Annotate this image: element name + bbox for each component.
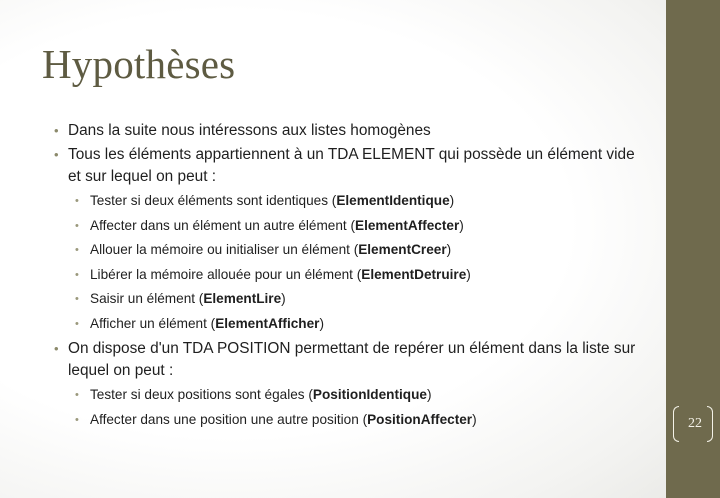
bullet-item: • On dispose d'un TDA POSITION permettan… (50, 338, 650, 432)
bullet-icon: • (54, 147, 59, 162)
function-name: PositionIdentique (312, 387, 427, 402)
sub-bullet-text: Libérer la mémoire allouée pour un éléme… (90, 266, 362, 282)
sub-bullet-item: • Tester si deux éléments sont identiques… (70, 189, 650, 214)
function-name: ElementAffecter (355, 217, 460, 233)
sub-bullet-text: Affecter dans une position une autre pos… (90, 411, 368, 427)
sub-bullet-text: Tester si deux positions sont égales ( (90, 387, 313, 402)
bullet-icon: • (75, 389, 79, 401)
sub-bullet-item: • Allouer la mémoire ou initialiser un él… (70, 238, 650, 263)
sub-bullet-text: ) (319, 315, 324, 331)
function-name: ElementIdentique (336, 193, 450, 208)
sub-bullet-text: ) (281, 291, 286, 306)
sub-bullet-list: • Tester si deux éléments sont identiques… (68, 189, 650, 336)
sub-bullet-text: Affecter dans un élément un autre élémen… (90, 217, 355, 233)
sub-bullet-item: • Affecter dans un élément un autre éléme… (70, 214, 650, 239)
sub-bullet-text: ) (472, 411, 477, 427)
bullet-text: Dans la suite nous intéressons aux liste… (68, 122, 431, 139)
sub-bullet-text: Tester si deux éléments sont identiques … (90, 193, 337, 208)
bullet-icon: • (75, 268, 79, 281)
bullet-item: • Tous les éléments appartiennent à un T… (50, 144, 650, 336)
sub-bullet-item: • Saisir un élément (ElementLire) (70, 287, 650, 312)
sub-bullet-item: • Afficher un élément (ElementAfficher) (70, 312, 650, 337)
right-brace-icon (707, 406, 713, 442)
function-name: ElementDetruire (361, 266, 467, 282)
bullet-icon: • (54, 123, 59, 138)
function-name: ElementLire (203, 291, 282, 306)
sub-bullet-text: ) (459, 217, 464, 233)
sub-bullet-text: Saisir un élément ( (90, 291, 204, 306)
sub-bullet-text: ) (426, 387, 432, 402)
function-name: ElementAfficher (215, 315, 320, 331)
function-name: ElementCreer (358, 242, 447, 257)
slide-body: • Dans la suite nous intéressons aux lis… (50, 120, 650, 434)
sub-bullet-text: ) (449, 193, 455, 208)
slide-canvas: Hypothèses • Dans la suite nous intéress… (0, 0, 666, 498)
bullet-icon: • (75, 413, 79, 426)
sub-bullet-text: ) (446, 242, 452, 257)
sub-bullet-text: Allouer la mémoire ou initialiser un élé… (90, 242, 359, 257)
sub-bullet-item: • Libérer la mémoire allouée pour un élém… (70, 263, 650, 288)
bullet-text: Tous les éléments appartiennent à un TDA… (68, 146, 635, 185)
bullet-text: On dispose d'un TDA POSITION permettant … (68, 340, 636, 379)
bullet-icon: • (75, 244, 79, 256)
sub-bullet-text: ) (466, 266, 471, 282)
bullet-list: • Dans la suite nous intéressons aux lis… (50, 120, 650, 432)
bullet-icon: • (75, 317, 79, 330)
bullet-icon: • (75, 219, 79, 232)
bullet-icon: • (54, 341, 59, 356)
bullet-icon: • (75, 195, 79, 207)
bullet-item: • Dans la suite nous intéressons aux lis… (50, 120, 650, 142)
function-name: PositionAffecter (367, 411, 473, 427)
sub-bullet-text: Afficher un élément ( (90, 315, 216, 331)
sub-bullet-item: • Affecter dans une position une autre po… (70, 408, 650, 433)
slide-title: Hypothèses (42, 41, 236, 87)
sub-bullet-list: • Tester si deux positions sont égales (P… (68, 383, 650, 432)
sub-bullet-item: • Tester si deux positions sont égales (P… (70, 383, 650, 408)
bullet-icon: • (75, 293, 79, 305)
